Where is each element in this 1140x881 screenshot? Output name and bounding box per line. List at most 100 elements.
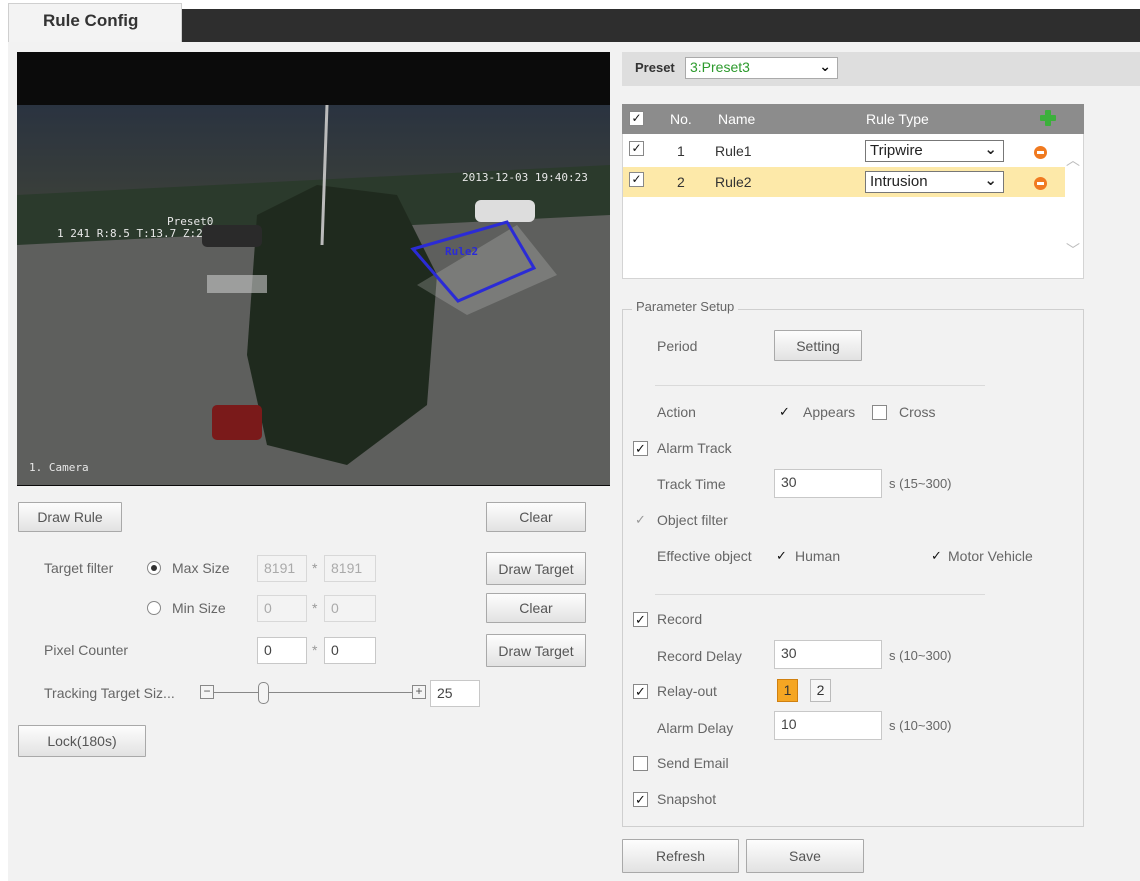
max-size-label: Max Size: [172, 560, 230, 576]
motor-vehicle-checkbox[interactable]: ✓: [929, 549, 944, 564]
human-checkbox[interactable]: ✓: [774, 549, 789, 564]
times-sign: *: [312, 600, 318, 616]
divider: [655, 594, 985, 595]
max-width-field[interactable]: 8191: [257, 555, 307, 582]
preset-label: Preset: [635, 60, 675, 75]
rule-row-checkbox[interactable]: ✓: [629, 141, 644, 156]
cross-checkbox[interactable]: [872, 405, 887, 420]
times-sign: *: [312, 560, 318, 576]
preset-select[interactable]: 3:Preset3 ⌄: [685, 57, 838, 79]
record-delay-field[interactable]: 30: [774, 640, 882, 669]
min-width-field[interactable]: 0: [257, 595, 307, 622]
slider-decrease-icon[interactable]: −: [200, 685, 214, 699]
motor-vehicle-label: Motor Vehicle: [948, 548, 1033, 564]
times-sign: *: [312, 642, 318, 658]
send-email-checkbox[interactable]: [633, 756, 648, 771]
lock-button[interactable]: Lock(180s): [18, 725, 146, 757]
max-size-radio[interactable]: [147, 561, 161, 575]
alarm-delay-field[interactable]: 10: [774, 711, 882, 740]
relay-2-button[interactable]: 2: [810, 679, 831, 702]
rule-type-select[interactable]: Intrusion ⌄: [865, 171, 1004, 193]
save-button[interactable]: Save: [746, 839, 864, 873]
header-name: Name: [718, 111, 756, 127]
slider-thumb[interactable]: [257, 682, 269, 704]
rule-region-label: Rule2: [445, 245, 479, 258]
min-size-label: Min Size: [172, 600, 226, 616]
send-email-label: Send Email: [657, 755, 729, 771]
divider: [655, 385, 985, 386]
rule-row-checkbox[interactable]: ✓: [629, 172, 644, 187]
video-preview[interactable]: 2013-12-03 19:40:23 Preset0 1 241 R:8.5 …: [17, 52, 610, 486]
target-filter-label: Target filter: [44, 560, 114, 576]
snapshot-checkbox[interactable]: ✓: [633, 792, 648, 807]
rule-name: Rule1: [715, 143, 752, 159]
human-label: Human: [795, 548, 841, 564]
record-label: Record: [657, 611, 703, 627]
remove-rule-icon[interactable]: [1034, 146, 1047, 159]
cross-label: Cross: [899, 404, 936, 420]
min-size-radio[interactable]: [147, 601, 161, 615]
tab-strip: [182, 9, 1140, 42]
chevron-down-icon: ⌄: [984, 172, 997, 189]
remove-rule-icon[interactable]: [1034, 177, 1047, 190]
parameter-setup-legend: Parameter Setup: [632, 299, 739, 314]
slider-track[interactable]: [214, 692, 412, 693]
rule-row-selected[interactable]: ✓ 2 Rule2 Intrusion ⌄: [623, 167, 1065, 197]
object-filter-checkbox[interactable]: ✓: [633, 513, 648, 528]
record-checkbox[interactable]: ✓: [633, 612, 648, 627]
min-height-field[interactable]: 0: [324, 595, 376, 622]
rule-row[interactable]: ✓ 1 Rule1 Tripwire ⌄: [623, 136, 1065, 166]
clear-rule-button[interactable]: Clear: [486, 502, 586, 532]
effective-object-label: Effective object: [657, 548, 752, 564]
white-car: [475, 200, 535, 222]
alarm-track-checkbox[interactable]: ✓: [633, 441, 648, 456]
draw-rule-button[interactable]: Draw Rule: [18, 502, 122, 532]
video-camera-name: 1. Camera: [29, 461, 89, 474]
record-delay-label: Record Delay: [657, 648, 742, 664]
draw-target-button-2[interactable]: Draw Target: [486, 634, 586, 667]
action-label: Action: [657, 404, 696, 420]
tracking-size-value[interactable]: 25: [430, 680, 480, 707]
draw-target-button[interactable]: Draw Target: [486, 552, 586, 585]
object-filter-label: Object filter: [657, 512, 728, 528]
track-time-range: s (15~300): [889, 476, 952, 491]
rule-name: Rule2: [715, 174, 752, 190]
chevron-down-icon: ⌄: [819, 58, 831, 74]
video-ptz-overlay: 1 241 R:8.5 T:13.7 Z:2: [57, 227, 203, 240]
add-rule-icon[interactable]: [1040, 110, 1056, 126]
header-rule-type: Rule Type: [866, 111, 929, 127]
scroll-down-icon[interactable]: ﹀: [1066, 240, 1080, 260]
rule-table-header: ✓ No. Name Rule Type: [622, 104, 1084, 134]
appears-label: Appears: [803, 404, 856, 420]
rule-no: 2: [677, 174, 685, 190]
rule-type-value: Intrusion: [870, 173, 928, 190]
refresh-button[interactable]: Refresh: [622, 839, 739, 873]
relay-out-label: Relay-out: [657, 683, 717, 699]
rule-type-select[interactable]: Tripwire ⌄: [865, 140, 1004, 162]
header-no: No.: [670, 111, 692, 127]
appears-checkbox[interactable]: ✓: [777, 405, 792, 420]
slider-increase-icon[interactable]: +: [412, 685, 426, 699]
period-setting-button[interactable]: Setting: [774, 330, 862, 361]
dark-car: [202, 225, 262, 247]
select-all-checkbox[interactable]: ✓: [629, 111, 644, 126]
video-timestamp: 2013-12-03 19:40:23: [462, 171, 588, 184]
preset-select-value: 3:Preset3: [690, 59, 750, 75]
max-height-field[interactable]: 8191: [324, 555, 376, 582]
alarm-delay-range: s (10~300): [889, 718, 952, 733]
relay-1-button[interactable]: 1: [777, 679, 798, 702]
alarm-delay-label: Alarm Delay: [657, 720, 734, 736]
pixel-height-field[interactable]: 0: [324, 637, 376, 664]
relay-out-checkbox[interactable]: ✓: [633, 684, 648, 699]
track-time-label: Track Time: [657, 476, 726, 492]
tracking-target-size-label: Tracking Target Siz...: [44, 685, 175, 701]
track-time-field[interactable]: 30: [774, 469, 882, 498]
scene-drawing: [17, 105, 610, 485]
parameter-setup-panel: [622, 309, 1084, 827]
pixel-width-field[interactable]: 0: [257, 637, 307, 664]
chevron-down-icon: ⌄: [984, 141, 997, 158]
video-scene: 2013-12-03 19:40:23 Preset0 1 241 R:8.5 …: [17, 105, 610, 485]
clear-target-button[interactable]: Clear: [486, 593, 586, 623]
tab-rule-config[interactable]: Rule Config: [8, 3, 182, 42]
scroll-up-icon[interactable]: ︿: [1066, 150, 1080, 170]
